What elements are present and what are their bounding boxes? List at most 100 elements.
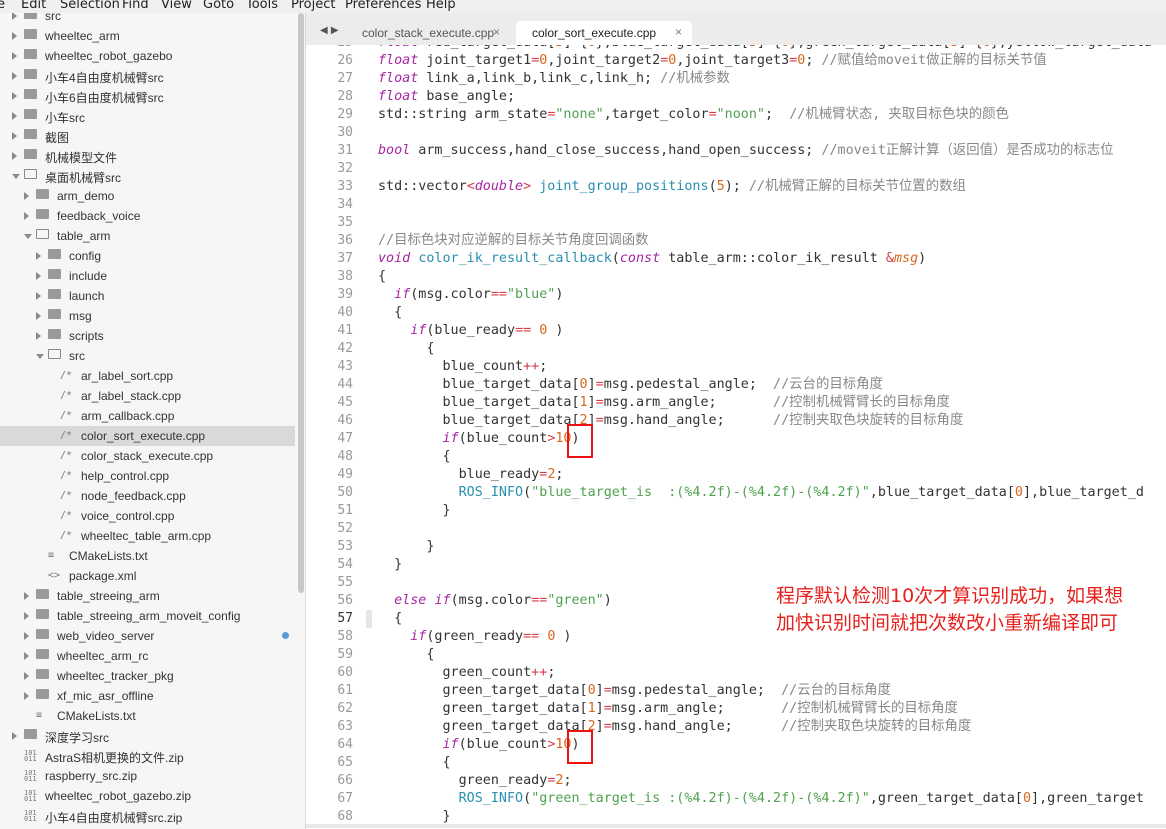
- code-line[interactable]: blue_target_data[1]=msg.arm_angle; //控制机…: [378, 394, 949, 412]
- tree-item[interactable]: ≡ CMakeLists.txt: [0, 706, 295, 726]
- tree-item[interactable]: <> package.xml: [0, 566, 295, 586]
- code-line[interactable]: ROS_INFO("blue_target_is :(%4.2f)-(%4.2f…: [378, 484, 1144, 502]
- menu-preferences[interactable]: Preferences: [345, 0, 421, 13]
- code-line[interactable]: if(msg.color=="blue"): [378, 286, 563, 304]
- tree-item[interactable]: 101 011 AstraS相机更换的文件.zip: [0, 746, 295, 766]
- code-line[interactable]: blue_ready=2;: [378, 466, 564, 484]
- tree-item[interactable]: /* help_control.cpp: [0, 466, 295, 486]
- code-line[interactable]: {: [378, 340, 434, 358]
- tree-item[interactable]: /* color_stack_execute.cpp: [0, 446, 295, 466]
- tree-item[interactable]: scripts: [0, 326, 295, 346]
- menu-e[interactable]: e: [0, 0, 5, 13]
- code-line[interactable]: {: [378, 268, 386, 286]
- tree-item[interactable]: 机械模型文件: [0, 146, 295, 166]
- chevron-right-icon[interactable]: [24, 612, 29, 620]
- chevron-right-icon[interactable]: [12, 52, 17, 60]
- code-line[interactable]: blue_count++;: [378, 358, 547, 376]
- tree-item[interactable]: 101 011 raspberry_src.zip: [0, 766, 295, 786]
- tree-item[interactable]: /* ar_label_stack.cpp: [0, 386, 295, 406]
- chevron-right-icon[interactable]: [36, 272, 41, 280]
- tree-item[interactable]: 101 011 wheeltec_robot_gazebo.zip: [0, 786, 295, 806]
- tree-item[interactable]: /* ar_label_sort.cpp: [0, 366, 295, 386]
- tree-item[interactable]: 小车src: [0, 106, 295, 126]
- code-line[interactable]: }: [378, 556, 402, 574]
- code-line[interactable]: void color_ik_result_callback(const tabl…: [378, 250, 926, 268]
- code-line[interactable]: }: [378, 808, 450, 826]
- tree-item[interactable]: /* node_feedback.cpp: [0, 486, 295, 506]
- chevron-right-icon[interactable]: [24, 212, 29, 220]
- close-icon[interactable]: ×: [675, 25, 682, 39]
- code-line[interactable]: green_count++;: [378, 664, 555, 682]
- chevron-right-icon[interactable]: [12, 112, 17, 120]
- tree-item[interactable]: web_video_server: [0, 626, 295, 646]
- chevron-right-icon[interactable]: [36, 332, 41, 340]
- tree-item[interactable]: arm_demo: [0, 186, 295, 206]
- menu-view[interactable]: View: [161, 0, 192, 13]
- tree-item[interactable]: wheeltec_robot_gazebo: [0, 46, 295, 66]
- code-line[interactable]: green_target_data[0]=msg.pedestal_angle;…: [378, 682, 890, 700]
- code-line[interactable]: if(green_ready== 0 ): [378, 628, 571, 646]
- tree-item[interactable]: include: [0, 266, 295, 286]
- tree-item[interactable]: 深度学习src: [0, 726, 295, 746]
- tree-item[interactable]: 截图: [0, 126, 295, 146]
- chevron-right-icon[interactable]: [24, 592, 29, 600]
- chevron-right-icon[interactable]: [36, 312, 41, 320]
- tree-item[interactable]: /* arm_callback.cpp: [0, 406, 295, 426]
- code-line[interactable]: ROS_INFO("green_target_is :(%4.2f)-(%4.2…: [378, 790, 1144, 808]
- code-line[interactable]: }: [378, 502, 450, 520]
- tree-item[interactable]: launch: [0, 286, 295, 306]
- chevron-right-icon[interactable]: [24, 632, 29, 640]
- code-editor[interactable]: 2526 27 28 29 30 31 32 33 34 35 36 37 38 39 40 41 42 43 44…: [306, 45, 1166, 829]
- menu-selection[interactable]: Selection: [60, 0, 120, 13]
- code-line[interactable]: float red_target_data[3]={0},blue_target…: [378, 45, 1152, 52]
- chevron-right-icon[interactable]: [12, 132, 17, 140]
- code-line[interactable]: {: [378, 754, 450, 772]
- code-line[interactable]: green_ready=2;: [378, 772, 572, 790]
- tab-nav-arrows-icon[interactable]: ◀ ▶: [320, 25, 339, 36]
- menu-edit[interactable]: Edit: [21, 0, 46, 13]
- code-line[interactable]: std::string arm_state="none",target_colo…: [378, 106, 1009, 124]
- chevron-down-icon[interactable]: [12, 174, 20, 179]
- menu-goto[interactable]: Goto: [203, 0, 234, 13]
- tree-item[interactable]: 小车4自由度机械臂src: [0, 66, 295, 86]
- code-line[interactable]: blue_target_data[2]=msg.hand_angle; //控制…: [378, 412, 963, 430]
- chevron-down-icon[interactable]: [24, 234, 32, 239]
- code-line[interactable]: if(blue_count>10): [378, 736, 580, 754]
- code-line[interactable]: float joint_target1=0,joint_target2=0,jo…: [378, 52, 1047, 70]
- code-line[interactable]: {: [378, 304, 402, 322]
- tab-color-sort-execute[interactable]: color_sort_execute.cpp ×: [516, 21, 692, 45]
- chevron-right-icon[interactable]: [12, 92, 17, 100]
- chevron-right-icon[interactable]: [12, 32, 17, 40]
- code-line[interactable]: if(blue_count>10): [378, 430, 580, 448]
- chevron-right-icon[interactable]: [36, 252, 41, 260]
- code-line[interactable]: bool arm_success,hand_close_success,hand…: [378, 142, 1114, 160]
- tree-item[interactable]: src: [0, 346, 295, 366]
- tree-item[interactable]: table_streeing_arm: [0, 586, 295, 606]
- code-line[interactable]: {: [378, 448, 450, 466]
- tree-item[interactable]: feedback_voice: [0, 206, 295, 226]
- tab-color-stack-execute[interactable]: color_stack_execute.cpp ×: [346, 21, 510, 45]
- tree-item[interactable]: src: [0, 13, 295, 26]
- code-line[interactable]: }: [378, 538, 434, 556]
- code-line[interactable]: blue_target_data[0]=msg.pedestal_angle; …: [378, 376, 882, 394]
- code-line[interactable]: green_target_data[2]=msg.hand_angle; //控…: [378, 718, 971, 736]
- tree-item[interactable]: /* color_sort_execute.cpp: [0, 426, 295, 446]
- chevron-down-icon[interactable]: [36, 354, 44, 359]
- tree-item[interactable]: table_streeing_arm_moveit_config: [0, 606, 295, 626]
- tree-item[interactable]: wheeltec_arm_rc: [0, 646, 295, 666]
- tree-item[interactable]: wheeltec_tracker_pkg: [0, 666, 295, 686]
- tree-item[interactable]: 小车6自由度机械臂src: [0, 86, 295, 106]
- code-line[interactable]: else if(msg.color=="green"): [378, 592, 612, 610]
- tree-item[interactable]: 桌面机械臂src: [0, 166, 295, 186]
- code-line[interactable]: {: [378, 610, 402, 628]
- code-line[interactable]: //目标色块对应逆解的目标关节角度回调函数: [378, 232, 649, 250]
- tree-item[interactable]: 101 011 小车4自由度机械臂src.zip: [0, 806, 295, 826]
- sidebar-scrollbar[interactable]: [298, 13, 304, 593]
- menu-find[interactable]: Find: [122, 0, 149, 13]
- tree-item[interactable]: xf_mic_asr_offline: [0, 686, 295, 706]
- code-line[interactable]: float base_angle;: [378, 88, 515, 106]
- code-line[interactable]: if(blue_ready== 0 ): [378, 322, 563, 340]
- code-line[interactable]: std::vector<double> joint_group_position…: [378, 178, 966, 196]
- chevron-right-icon[interactable]: [24, 652, 29, 660]
- chevron-right-icon[interactable]: [24, 692, 29, 700]
